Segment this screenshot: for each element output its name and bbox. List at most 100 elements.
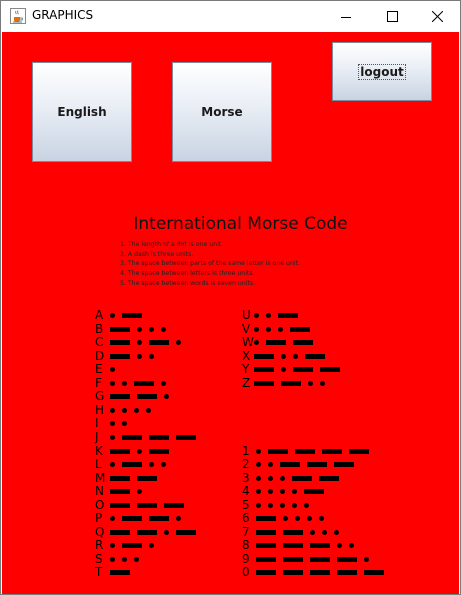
close-button[interactable]	[414, 1, 460, 32]
morse-char: J	[95, 429, 99, 444]
morse-dash	[110, 326, 130, 332]
morse-row-k: K	[95, 444, 176, 458]
morse-button[interactable]: Morse	[172, 62, 272, 162]
morse-char: Z	[242, 375, 251, 390]
morse-row-0: 0	[242, 566, 391, 579]
morse-symbols	[110, 556, 146, 562]
close-icon	[431, 11, 443, 22]
morse-dot	[307, 516, 312, 522]
morse-dot	[137, 340, 142, 346]
morse-dot	[137, 448, 142, 454]
window-title: GRAPHICS	[32, 8, 94, 22]
morse-char: 5	[242, 497, 250, 512]
morse-char: S	[95, 551, 103, 566]
morse-char: P	[95, 511, 103, 526]
morse-dot	[280, 475, 285, 481]
morse-char: D	[95, 348, 105, 363]
morse-dot	[176, 340, 181, 346]
morse-dot	[137, 326, 142, 332]
morse-char: I	[95, 416, 99, 431]
morse-dot	[337, 543, 342, 549]
morse-dash	[304, 489, 324, 495]
morse-dash	[176, 434, 196, 440]
morse-dash	[280, 462, 300, 468]
morse-symbols	[256, 570, 391, 576]
morse-dot	[134, 407, 139, 413]
morse-dash	[310, 570, 330, 576]
morse-row-x: X	[242, 349, 332, 363]
morse-dash	[292, 475, 312, 481]
minimize-button[interactable]	[323, 1, 369, 32]
morse-dash	[134, 380, 154, 386]
morse-dash	[310, 543, 330, 549]
morse-symbols	[256, 462, 361, 468]
morse-symbols	[110, 475, 164, 481]
morse-dot	[281, 353, 286, 359]
morse-dash	[137, 529, 157, 535]
morse-symbols	[110, 489, 149, 495]
morse-row-4: 4	[242, 485, 331, 498]
maximize-button[interactable]	[369, 1, 415, 32]
morse-dot	[122, 421, 127, 427]
morse-dot	[110, 407, 115, 413]
morse-row-v: V	[242, 321, 317, 336]
morse-symbols	[254, 313, 305, 318]
morse-dash	[164, 502, 184, 508]
morse-row-6: 6	[242, 512, 331, 525]
morse-symbols	[110, 353, 161, 359]
morse-dot	[256, 462, 261, 468]
morse-row-c: C	[95, 336, 188, 349]
morse-dash	[337, 570, 357, 576]
morse-row-b: B	[95, 322, 173, 336]
morse-row-o: O	[95, 498, 191, 512]
morse-dash	[283, 570, 303, 576]
morse-dot	[268, 462, 273, 468]
morse-dash	[266, 340, 286, 346]
morse-dash	[278, 313, 298, 318]
morse-symbols	[256, 502, 316, 508]
morse-char: 4	[242, 484, 250, 499]
morse-dot	[254, 340, 259, 346]
morse-char: Q	[95, 524, 105, 539]
morse-dash	[149, 448, 169, 454]
morse-dash	[293, 340, 313, 346]
morse-row-u: U	[242, 309, 305, 322]
morse-char: C	[95, 335, 104, 350]
morse-symbols	[254, 380, 332, 386]
morse-dot	[149, 543, 154, 549]
morse-char: 3	[242, 470, 250, 485]
morse-dot	[254, 326, 259, 332]
morse-dash	[110, 489, 130, 495]
morse-row-t: T	[95, 566, 137, 579]
title-bar[interactable]: GRAPHICS	[1, 1, 460, 32]
morse-dot	[295, 516, 300, 522]
app-window: GRAPHICS English Morse logout Internatio…	[0, 0, 461, 595]
morse-dot	[110, 313, 115, 318]
morse-symbols	[110, 313, 149, 318]
main-panel: English Morse logout International Morse…	[2, 32, 459, 594]
morse-symbols	[110, 502, 191, 508]
morse-row-p: P	[95, 512, 188, 525]
morse-char: 1	[242, 443, 250, 458]
morse-dot	[310, 529, 315, 535]
morse-dash	[256, 543, 276, 549]
morse-row-z: Z	[242, 375, 332, 390]
morse-char: 7	[242, 524, 250, 539]
morse-char: W	[242, 335, 254, 350]
morse-dot	[122, 407, 127, 413]
morse-row-g: G	[95, 390, 176, 403]
morse-symbols	[110, 543, 161, 549]
morse-dot	[254, 313, 259, 318]
morse-char: 9	[242, 551, 250, 566]
morse-dot	[280, 502, 285, 508]
english-button[interactable]: English	[32, 62, 132, 162]
morse-row-e: E	[95, 363, 122, 376]
morse-dash	[137, 475, 157, 481]
morse-dot	[149, 353, 154, 359]
logout-button[interactable]: logout	[332, 42, 432, 101]
morse-dot	[137, 353, 142, 359]
morse-row-i: I	[95, 417, 134, 430]
morse-dash	[337, 556, 357, 562]
morse-dash	[310, 556, 330, 562]
morse-char: V	[242, 321, 251, 336]
